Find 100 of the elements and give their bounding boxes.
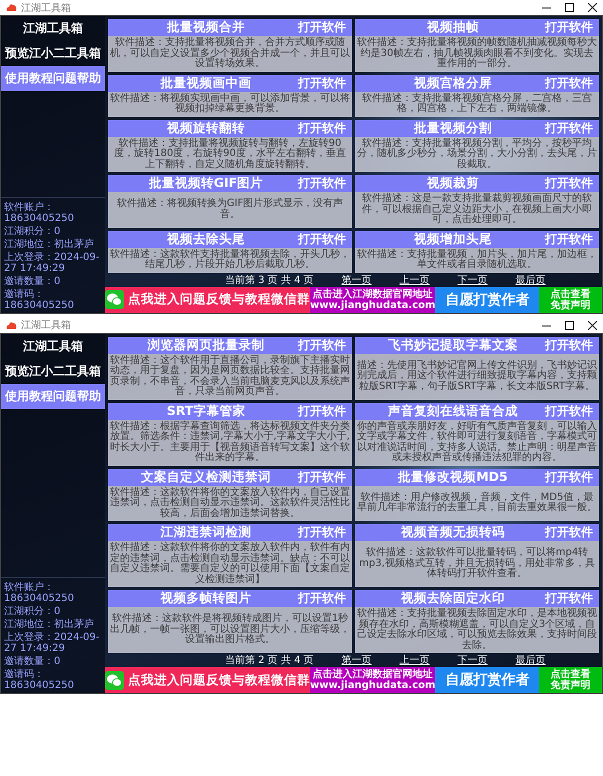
sidebar-item[interactable]: 使用教程问题帮助 (1, 384, 105, 408)
tool-title: 视频去除固定水印 (400, 590, 506, 607)
account-info: 上次登录：2024-09-27 17:49:29 (4, 252, 100, 274)
sidebar-item[interactable]: 预览江小二工具箱 (1, 358, 105, 384)
window-title: 江湖工具箱 (21, 318, 72, 332)
account-info: 邀请码：18630405250 (4, 288, 75, 310)
tool-description-panel: 软件描述：这是一款支持批量裁剪视频画面尺寸的软件，可以根据自己定义边距大小，在视频上画大小即可，点击处理即可。 (355, 192, 599, 228)
open-software-button[interactable]: 打开软件 (545, 120, 593, 136)
disclaimer-button[interactable]: 点击查看 免责声明 (539, 667, 602, 693)
page-status: 当前第 3 页 共 4 页 (225, 274, 314, 286)
open-software-button[interactable]: 打开软件 (545, 590, 593, 607)
tool-title: 视频抽帧 (426, 19, 480, 36)
tool-title: 视频音频无损转码 (400, 524, 506, 541)
tool-title: 视频裁剪 (426, 175, 480, 192)
open-software-button[interactable]: 打开软件 (545, 230, 593, 248)
open-software-button[interactable]: 打开软件 (298, 590, 346, 607)
open-software-button[interactable]: 打开软件 (298, 230, 346, 248)
tool-description-panel: 软件描述：支持批量视频，加片头，加片尾，加边框，单文件或者目录随机选取。 (355, 248, 599, 272)
page-link[interactable]: 最后页 (516, 272, 546, 286)
tool-title: 视频宫格分屏 (412, 74, 493, 92)
account-info: 江湖积分：0 (4, 226, 62, 236)
window-title: 江湖工具箱 (21, 2, 72, 14)
account-info: 邀请码：18630405250 (4, 669, 75, 691)
account-info: 江湖地位：初出茅庐 (4, 619, 95, 630)
account-info: 软件账户：18630405250 (4, 202, 75, 224)
app-logo-icon (6, 3, 17, 12)
account-info: 软件账户：18630405250 (4, 582, 75, 604)
tool-title: 视频多帧转图片 (159, 590, 252, 607)
tool-description-panel: 软件描述：这个软件用于直播公司，录制旗下主播实时动态，用于复盘，因为是网页数据比较全。支持批量网页录制，不串音，不会录入当前电脑麦克风以及系统声音，只录当前网页声音。 (108, 354, 352, 400)
donate-button[interactable]: 自愿打赏作者 (435, 286, 540, 312)
wechat-group-button[interactable]: 点我进入问题反馈与教程微信群 (105, 667, 310, 693)
sidebar-item[interactable]: 江湖工具箱 (1, 16, 105, 41)
page-link[interactable]: 第一页 (342, 272, 372, 286)
page-link[interactable]: 上一页 (400, 272, 430, 286)
open-software-button[interactable]: 打开软件 (545, 468, 593, 486)
disclaimer-button[interactable]: 点击查看 免责声明 (539, 286, 602, 312)
account-info: 邀请数量：0 (4, 276, 62, 286)
tool-title: 浏览器网页批量录制 (146, 336, 266, 354)
account-info: 江湖地位：初出茅庐 (4, 238, 95, 250)
chat-bubbles-icon (105, 290, 124, 309)
open-software-button[interactable]: 打开软件 (298, 524, 346, 541)
page-link[interactable]: 下一页 (458, 272, 488, 286)
sidebar-item[interactable]: 预览江小二工具箱 (1, 41, 105, 66)
open-software-button[interactable]: 打开软件 (298, 19, 346, 36)
account-info: 邀请数量：0 (4, 656, 62, 667)
maximize-icon[interactable] (565, 320, 574, 330)
tool-title: 批量视频转GIF图片 (148, 175, 264, 192)
page-link[interactable]: 第一页 (342, 653, 372, 667)
tool-description-panel: 软件描述：这款软件将你的文案放入软件内，软件有内定的违禁词，点击检测自动显示违禁词。缺点：不可以自定义违禁词。需要自定义的可以使用下面【文案自定义检测违禁词】 (108, 541, 352, 587)
sidebar-item[interactable]: 使用教程问题帮助 (1, 66, 105, 91)
close-icon[interactable] (588, 320, 597, 330)
website-button[interactable]: 点击进入江湖数据官网地址 www.jianghudata.com (310, 286, 436, 312)
page-link[interactable]: 上一页 (400, 653, 430, 667)
wechat-group-button[interactable]: 点我进入问题反馈与教程微信群 (105, 286, 310, 312)
tool-description-panel: 软件描述：这款软件支持批量将视频去除，开头几秒，结尾几秒，片段开始几秒后截取几秒。 (108, 248, 352, 272)
open-software-button[interactable]: 打开软件 (298, 74, 346, 92)
tool-description-panel: 软件描述：将视频转换为GIF图片形式显示，没有声音。 (108, 192, 352, 228)
account-info: 上次登录：2024-09-27 17:49:29 (4, 632, 100, 654)
tool-description-panel: 软件描述：支持批量将视频合并，合并方式顺序或随机，可以自定义设置多少个视频合并成一个，并且可以设置转场效果。 (108, 36, 352, 72)
open-software-button[interactable]: 打开软件 (298, 468, 346, 486)
tool-title: 批量视频合并 (166, 19, 246, 36)
tool-title: 批量视频画中画 (159, 74, 252, 92)
page-link[interactable]: 下一页 (458, 653, 488, 667)
open-software-button[interactable]: 打开软件 (545, 19, 593, 36)
tool-title: 批量修改视频MD5 (396, 468, 509, 486)
tool-description-panel: 软件描述：将视频实现画中画，可以添加背景，可以将视频扣掉绿幕更换背景。 (108, 92, 352, 116)
website-button[interactable]: 点击进入江湖数据官网地址 www.jianghudata.com (310, 667, 436, 693)
tool-title: 声音复刻在线语音合成 (387, 402, 519, 420)
tool-description-panel: 软件描述：支持批量将视频分割，平均分，按秒平均分，随机多少秒分，场景分割，大小分割，去头尾，片段截取。 (355, 136, 599, 172)
tool-description-panel: 软件描述：支持批量将视频旋转与翻转，左旋转90度，旋转180度，右旋转90度，水平左右翻转，垂直上下翻转，自定义随机角度旋转翻转。 (108, 136, 352, 172)
open-software-button[interactable]: 打开软件 (545, 74, 593, 92)
tool-title: 视频去除头尾 (166, 230, 246, 248)
tool-title: SRT字幕管家 (166, 402, 246, 420)
sidebar-item[interactable]: 江湖工具箱 (1, 334, 105, 358)
open-software-button[interactable]: 打开软件 (298, 120, 346, 136)
open-software-button[interactable]: 打开软件 (298, 336, 346, 354)
tool-description-panel: 软件描述：这款软件将你的文案放入软件内，自己设置违禁词，点击检测自动显示违禁词。这款软件灵活性比较高，后面会增加违禁词替换。 (108, 486, 352, 521)
tool-description-panel: 软件描述：这款软件是将视频转成图片，可以设置1秒出几帧，一帧一张图，可以设置图片大小，压缩等级，设置输出图片格式。 (108, 607, 352, 653)
page-link[interactable]: 最后页 (516, 653, 546, 667)
tool-title: 飞书妙记提取字幕文案 (387, 336, 519, 354)
open-software-button[interactable]: 打开软件 (545, 524, 593, 541)
account-info: 江湖积分：0 (4, 606, 62, 617)
tool-description-panel: 软件描述：用户修改视频，音频，文件，MD5值，最早前几年非常流行的去重工具，目前去重效果很一般。 (355, 486, 599, 521)
open-software-button[interactable]: 打开软件 (545, 336, 593, 354)
tool-description-panel: 软件描述：这款软件可以批量转码，可以将mp4转mp3,视频格式互转，并且无损转码，用处非常多，具体转码打开软件查看。 (355, 541, 599, 587)
tool-description-panel: 描述：先使用飞书妙记官网上传文件识别，飞书妙记识别完成后，用这个软件进行细致提取字幕内容，支持颗粒版SRT字幕，句子版SRT字幕，长文本版SRT字幕。 (355, 354, 599, 400)
open-software-button[interactable]: 打开软件 (298, 175, 346, 192)
page-status: 当前第 2 页 共 4 页 (225, 654, 314, 667)
tool-title: 文案自定义检测违禁词 (140, 468, 272, 486)
open-software-button[interactable]: 打开软件 (545, 175, 593, 192)
tool-description-panel: 软件描述：支持批量将视频宫格分屏，二宫格，三宫格，四宫格，上下左右，两端镜像。 (355, 92, 599, 116)
donate-button[interactable]: 自愿打赏作者 (435, 667, 540, 693)
tool-description-panel: 软件描述：支持批量将视频的帧数随机抽减视频每秒大约是30帧左右，抽几帧视频肉眼看不到变化。实现去重作用的一部分。 (355, 36, 599, 72)
tool-title: 视频增加头尾 (412, 230, 493, 248)
close-icon[interactable] (588, 3, 597, 12)
tool-description-panel: 软件描述：根据字幕查询筛选，将达标视频文件夹分类放置。筛选条件：违禁词,字幕大小于,字幕文字大小于,时长大小于。主要用于【视音频语音转写文案】这个软件出来的字幕。 (108, 420, 352, 466)
open-software-button[interactable]: 打开软件 (545, 402, 593, 420)
maximize-icon[interactable] (565, 3, 574, 12)
tool-description-panel: 软件描述：支持批量视频去除固定水印，是本地视频视频存在水印，高斯模糊遮盖，可以自定义3个区域，自己设定去除水印区域，可以预览去除效果，支持时间段去除。 (355, 607, 599, 653)
open-software-button[interactable]: 打开软件 (298, 402, 346, 420)
